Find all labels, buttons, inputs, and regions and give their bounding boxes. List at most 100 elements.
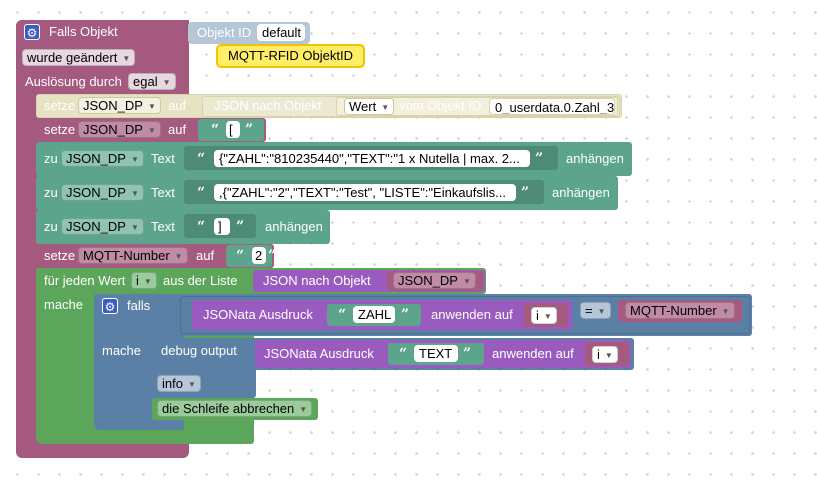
set3-text-field[interactable]: 2 <box>252 247 266 264</box>
event-title: Falls Objekt <box>49 24 118 39</box>
set2-var-dropdown[interactable]: JSON_DP ▼ <box>78 121 161 138</box>
append2-prefix: zu <box>44 185 58 200</box>
append1-text-label: Text <box>151 151 175 166</box>
quote-open-icon: “ <box>197 185 206 201</box>
quote-open-icon: “ <box>197 219 206 235</box>
operator-dropdown[interactable]: = ▼ <box>580 302 611 319</box>
chevron-down-icon: ▼ <box>174 251 183 261</box>
jsonata-text-apply-label: anwenden auf <box>492 346 574 361</box>
chevron-down-icon: ▼ <box>187 379 196 389</box>
foreach-from-list-label: aus der Liste <box>163 273 238 288</box>
foreach-var-dropdown[interactable]: i ▼ <box>131 272 157 289</box>
chevron-down-icon: ▼ <box>162 77 171 87</box>
compare-var-label: MQTT-Number <box>630 303 717 318</box>
append2-text-field[interactable]: ,{"ZAHL":"2","TEXT":"Test", "LISTE":"Ein… <box>214 184 516 201</box>
gear-icon[interactable]: ⚙ <box>102 298 118 314</box>
foreach-json-parse-label: JSON nach Objekt <box>263 273 371 288</box>
foreach-label: für jeden Wert <box>44 273 126 288</box>
chevron-down-icon: ▼ <box>299 404 308 414</box>
set1-value-dropdown[interactable]: Wert ▼ <box>344 98 395 115</box>
text-expr-field[interactable]: TEXT <box>414 345 458 362</box>
append3-text-field[interactable]: ] <box>214 218 230 235</box>
set1-json-parse-label: JSON nach Objekt <box>214 98 322 113</box>
quote-close-icon: ” <box>245 122 254 138</box>
chevron-down-icon: ▼ <box>147 125 156 135</box>
chevron-down-icon: ▼ <box>597 306 606 316</box>
chevron-down-icon: ▼ <box>604 350 613 360</box>
debug-var-dropdown[interactable]: i ▼ <box>592 346 618 363</box>
chevron-down-icon: ▼ <box>122 53 131 63</box>
append3-text-label: Text <box>151 219 175 234</box>
append2-var-label: JSON_DP <box>66 185 126 200</box>
chevron-down-icon: ▼ <box>462 276 471 286</box>
debug-var-label: i <box>597 347 600 362</box>
jsonata-zahl-apply-label: anwenden auf <box>431 307 513 322</box>
append3-var-dropdown[interactable]: JSON_DP ▼ <box>61 218 144 235</box>
append3-var-label: JSON_DP <box>66 219 126 234</box>
debug-level-dropdown[interactable]: info ▼ <box>157 375 201 392</box>
quote-close-icon: ” <box>236 219 245 235</box>
set1-object-id-field[interactable]: 0_userdata.0.Zahl_3 <box>489 98 615 115</box>
quote-close-icon: ” <box>535 151 544 167</box>
quote-open-icon: “ <box>338 307 347 323</box>
append3-suffix: anhängen <box>265 219 323 234</box>
set1-var-dropdown[interactable]: JSON_DP ▼ <box>78 97 161 114</box>
break-loop-dropdown[interactable]: die Schleife abbrechen ▼ <box>157 400 313 417</box>
trigger-dropdown-label: egal <box>133 74 158 89</box>
quote-close-icon: ” <box>268 248 277 264</box>
append1-var-label: JSON_DP <box>66 151 126 166</box>
quote-open-icon: “ <box>197 151 206 167</box>
object-id-label: Objekt ID <box>197 25 252 40</box>
chevron-down-icon: ▼ <box>147 101 156 111</box>
foreach-list-var-dropdown[interactable]: JSON_DP ▼ <box>393 272 476 289</box>
append1-prefix: zu <box>44 151 58 166</box>
chevron-down-icon: ▼ <box>130 154 139 164</box>
object-id-field[interactable]: default <box>257 24 305 41</box>
jsonata-text-label: JSONata Ausdruck <box>264 346 374 361</box>
zahl-text-field[interactable]: ZAHL <box>353 306 395 323</box>
set3-var-dropdown[interactable]: MQTT-Number ▼ <box>78 247 188 264</box>
quote-open-icon: “ <box>236 248 245 264</box>
changed-dropdown-label: wurde geändert <box>27 50 118 65</box>
if-var-dropdown[interactable]: i ▼ <box>531 307 557 324</box>
append2-text-label: Text <box>151 185 175 200</box>
operator-label: = <box>585 303 593 318</box>
chevron-down-icon: ▼ <box>143 276 152 286</box>
trigger-dropdown[interactable]: egal ▼ <box>128 73 176 90</box>
chevron-down-icon: ▼ <box>721 306 730 316</box>
set3-var-label: MQTT-Number <box>83 248 170 263</box>
chevron-down-icon: ▼ <box>543 311 552 321</box>
foreach-list-var-label: JSON_DP <box>398 273 458 288</box>
set1-set-label: setze <box>44 98 76 113</box>
quote-open-icon: “ <box>211 122 220 138</box>
set1-var-label: JSON_DP <box>83 98 143 113</box>
set3-set-label: setze <box>44 248 76 263</box>
append2-var-dropdown[interactable]: JSON_DP ▼ <box>61 184 144 201</box>
compare-var-dropdown[interactable]: MQTT-Number ▼ <box>625 302 735 319</box>
quote-close-icon: ” <box>521 185 530 201</box>
quote-close-icon: ” <box>463 346 472 362</box>
quote-close-icon: ” <box>401 307 410 323</box>
chevron-down-icon: ▼ <box>130 188 139 198</box>
changed-dropdown[interactable]: wurde geändert ▼ <box>22 49 136 66</box>
debug-label: debug output <box>161 343 237 358</box>
foreach-var-label: i <box>136 273 139 288</box>
append1-suffix: anhängen <box>566 151 624 166</box>
mqtt-label[interactable]: MQTT-RFID ObjektID <box>216 44 365 68</box>
gear-icon[interactable]: ⚙ <box>24 24 40 40</box>
jsonata-zahl-label: JSONata Ausdruck <box>203 307 313 322</box>
set3-to-label: auf <box>196 248 215 263</box>
set1-value-label: Wert <box>349 99 377 114</box>
set1-to-label: auf <box>168 98 187 113</box>
chevron-down-icon: ▼ <box>381 102 390 112</box>
trigger-label: Auslösung durch <box>25 74 122 89</box>
append1-text-field[interactable]: {"ZAHL":"810235440","TEXT":"1 x Nutella … <box>214 150 530 167</box>
set2-text-field[interactable]: [ <box>226 121 240 138</box>
append1-var-dropdown[interactable]: JSON_DP ▼ <box>61 150 144 167</box>
append2-suffix: anhängen <box>552 185 610 200</box>
debug-level-label: info <box>162 376 183 391</box>
if-var-label: i <box>536 308 539 323</box>
if-label: falls <box>127 298 151 313</box>
chevron-down-icon: ▼ <box>130 222 139 232</box>
set2-to-label: auf <box>168 122 187 137</box>
